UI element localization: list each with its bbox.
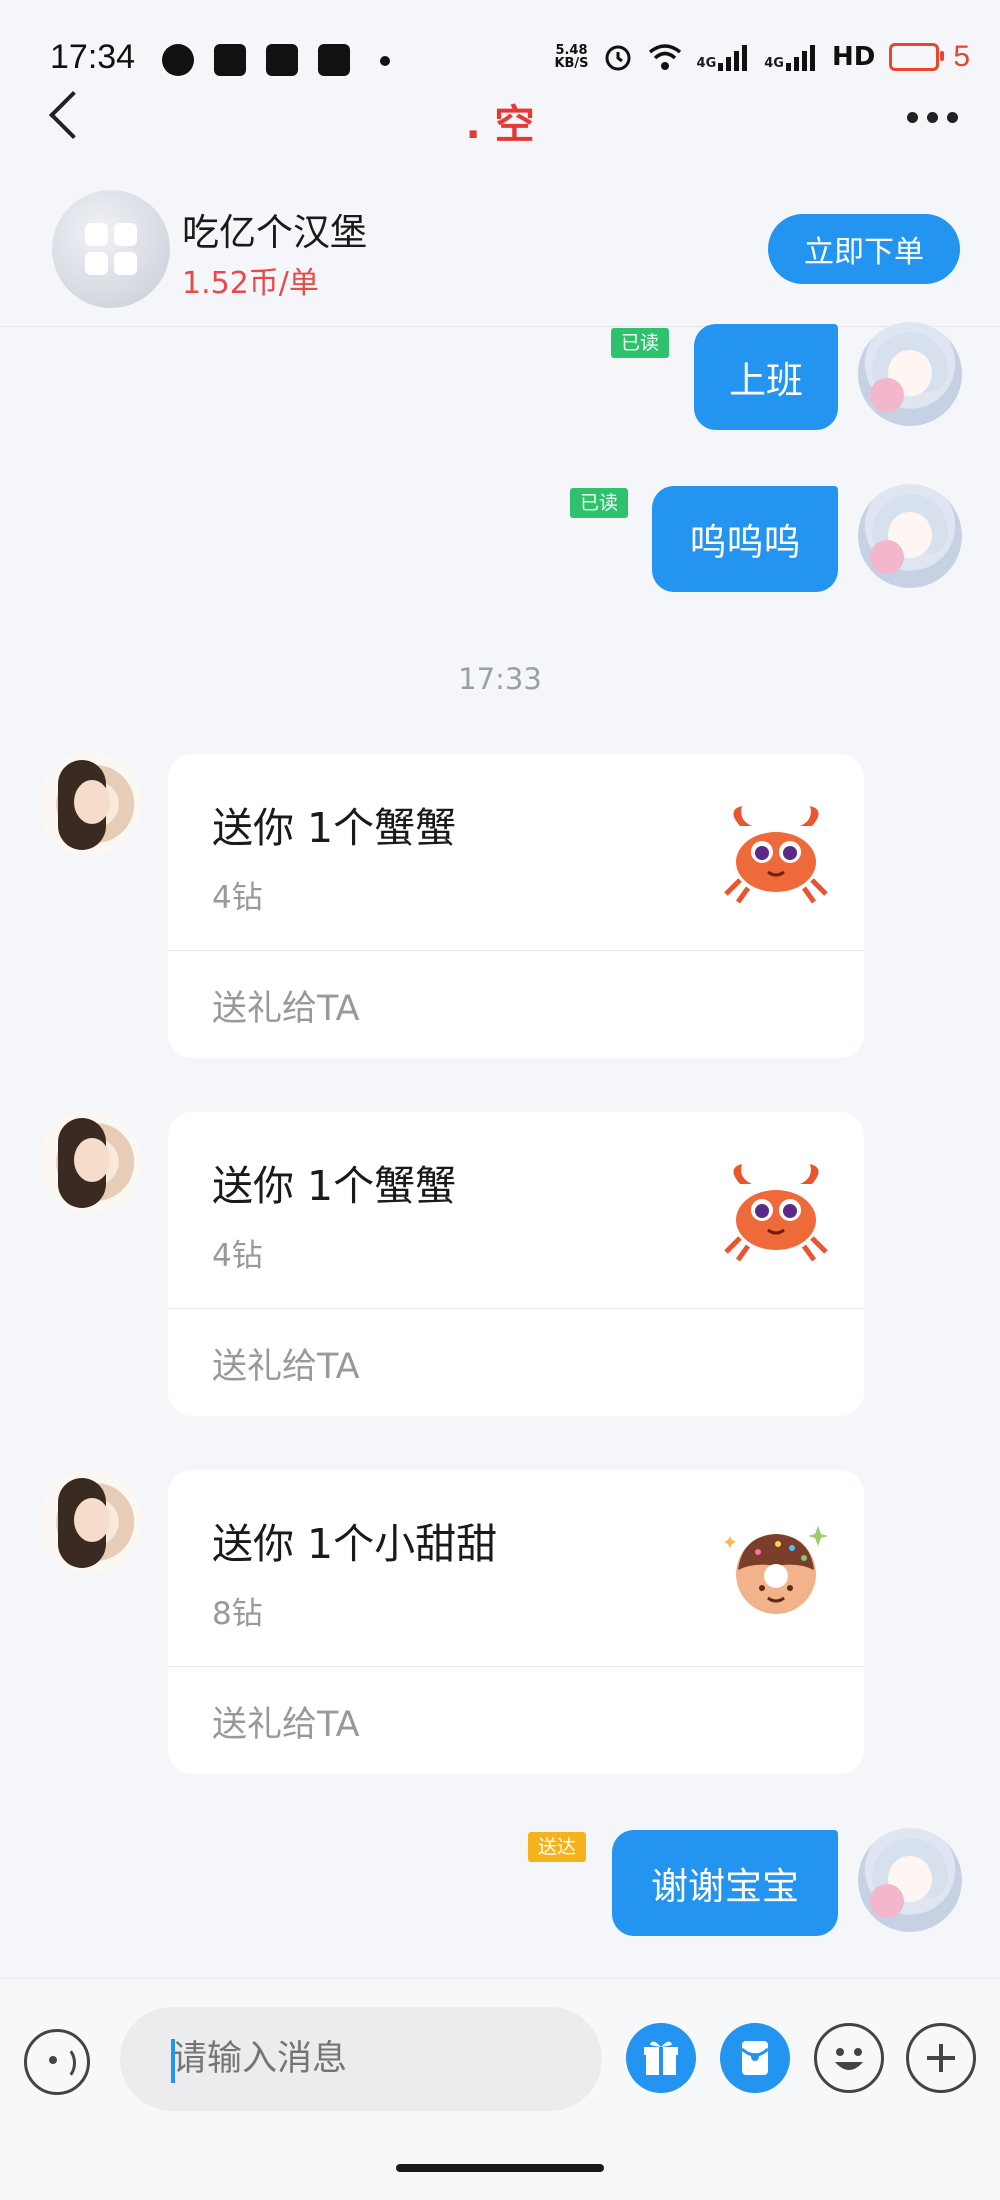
send-gift-link[interactable]: 送礼给TA — [212, 1696, 360, 1747]
read-status-tag: 已读 — [611, 328, 670, 358]
status-icons: 5.48 KB/S 4G 4G HD 5 — [554, 40, 970, 74]
order-header: 吃亿个汉堡 1.52币/单 立即下单 — [0, 170, 1000, 327]
tiktok-icon — [214, 44, 246, 76]
peer-avatar[interactable] — [38, 1110, 142, 1214]
send-gift-link[interactable]: 送礼给TA — [212, 980, 360, 1031]
gift-title: 送你 1个蟹蟹 — [212, 1162, 457, 1210]
net-speed-unit: KB/S — [554, 56, 589, 71]
service-name: 吃亿个汉堡 — [182, 211, 367, 254]
wifi-icon — [648, 44, 681, 70]
plus-icon[interactable] — [906, 2023, 976, 2093]
gift-divider — [168, 1666, 864, 1667]
peer-avatar[interactable] — [38, 1470, 142, 1574]
hd-label: HD — [831, 42, 876, 72]
signal-2-icon: 4G — [764, 43, 818, 71]
gift-title: 送你 1个蟹蟹 — [212, 804, 457, 852]
signal-1-label: 4G — [696, 56, 717, 71]
gift-card[interactable]: 送你 1个蟹蟹 4钻 送礼给TA — [168, 754, 864, 1058]
home-indicator[interactable] — [396, 2164, 604, 2172]
alarm-icon — [605, 45, 631, 71]
voice-icon[interactable] — [24, 2029, 90, 2095]
more-notifications-dot — [380, 56, 390, 66]
signal-1-icon: 4G — [697, 43, 751, 71]
service-price: 1.52币/单 — [182, 266, 319, 301]
hash-app-icon — [318, 44, 350, 76]
self-avatar[interactable] — [858, 1828, 962, 1932]
grid-icon — [85, 223, 137, 275]
outgoing-message-bubble[interactable]: 呜呜呜 — [652, 486, 838, 592]
page-title: . 空 — [465, 102, 535, 148]
more-icon[interactable] — [907, 112, 958, 123]
outgoing-message-bubble[interactable]: 上班 — [694, 324, 838, 430]
peer-avatar[interactable] — [38, 752, 142, 856]
gift-title: 送你 1个小甜甜 — [212, 1520, 498, 1568]
net-speed: 5.48 KB/S — [554, 44, 588, 70]
outgoing-message-bubble[interactable]: 谢谢宝宝 — [612, 1830, 838, 1936]
message-input[interactable] — [120, 2007, 602, 2111]
gift-divider — [168, 950, 864, 951]
message-timestamp: 17:33 — [458, 662, 542, 696]
gift-price: 8钻 — [212, 1596, 263, 1632]
text-cursor — [171, 2039, 175, 2083]
self-avatar[interactable] — [858, 322, 962, 426]
gift-icon[interactable] — [626, 2023, 696, 2093]
signal-2-label: 4G — [764, 56, 784, 71]
crab-icon — [724, 1164, 828, 1262]
crab-icon — [724, 806, 828, 904]
taobao-icon — [266, 44, 298, 76]
gift-card[interactable]: 送你 1个小甜甜 8钻 送礼给TA — [168, 1470, 864, 1774]
donut-icon — [724, 1526, 828, 1614]
chat-app-icon — [162, 44, 194, 76]
status-time: 17:34 — [50, 38, 136, 76]
gift-price: 4钻 — [212, 880, 263, 916]
sent-status-tag: 送达 — [528, 1832, 587, 1862]
emoji-icon[interactable] — [814, 2023, 884, 2093]
red-packet-icon[interactable] — [720, 2023, 790, 2093]
gift-price: 4钻 — [212, 1238, 263, 1274]
send-gift-link[interactable]: 送礼给TA — [212, 1338, 360, 1389]
self-avatar[interactable] — [858, 484, 962, 588]
gift-divider — [168, 1308, 864, 1309]
battery-level: 5 — [953, 40, 970, 73]
order-now-button[interactable]: 立即下单 — [768, 214, 960, 284]
read-status-tag: 已读 — [570, 488, 629, 518]
gift-card[interactable]: 送你 1个蟹蟹 4钻 送礼给TA — [168, 1112, 864, 1416]
service-avatar[interactable] — [52, 190, 170, 308]
battery-icon — [889, 43, 945, 71]
